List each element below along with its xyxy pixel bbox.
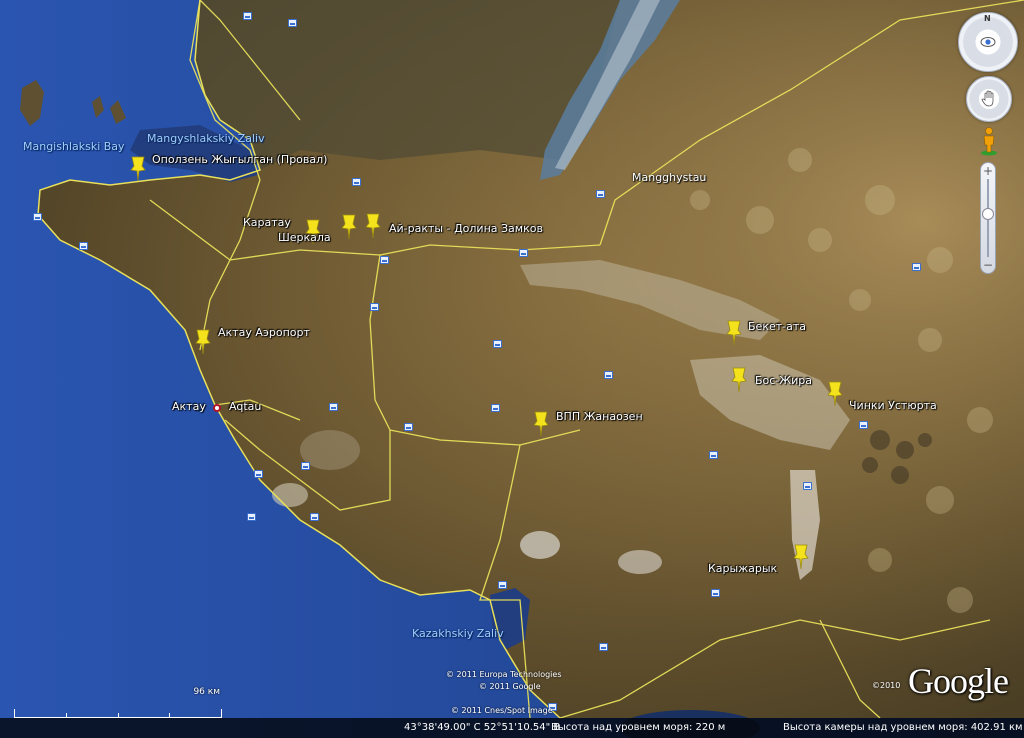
region-label: Mangghystau [632, 171, 707, 184]
pegman-icon[interactable] [979, 126, 999, 156]
road-shield-icon [498, 581, 507, 589]
road-shield-icon [329, 403, 338, 411]
city-label[interactable]: Aqtau [229, 400, 261, 413]
zoom-slider-handle[interactable] [982, 208, 994, 220]
place-label[interactable]: Каратау [243, 216, 291, 229]
pushpin-icon[interactable] [825, 379, 845, 407]
zoom-out-button[interactable]: − [981, 258, 995, 272]
road-shield-icon [352, 178, 361, 186]
road-shield-icon [33, 213, 42, 221]
road-shield-icon [301, 462, 310, 470]
elevation-readout: Высота над уровнем моря: 220 м [551, 722, 726, 733]
pushpin-icon[interactable] [363, 211, 383, 239]
zoom-in-button[interactable]: + [981, 164, 995, 178]
place-label[interactable]: Карыжарык [708, 562, 777, 575]
water-label: Mangishlakski Bay [23, 140, 125, 153]
pushpin-icon[interactable] [729, 365, 749, 393]
zoom-slider[interactable]: + − [980, 162, 996, 274]
scale-bar: 96 км [14, 687, 222, 718]
pushpin-icon[interactable] [193, 327, 213, 355]
road-shield-icon [596, 190, 605, 198]
place-label[interactable]: ВПП Жанаозен [556, 410, 643, 423]
water-label: Mangyshlakskiy Zaliv [147, 132, 265, 145]
place-label[interactable]: Бекет-ата [748, 320, 806, 333]
road-shield-icon [404, 423, 413, 431]
pushpin-icon[interactable] [339, 212, 359, 240]
road-shield-icon [709, 451, 718, 459]
road-shield-icon [604, 371, 613, 379]
place-label[interactable]: Актау Аэропорт [218, 326, 310, 339]
road-shield-icon [711, 589, 720, 597]
place-label[interactable]: Ай-ракты - Долина Замков [389, 222, 543, 235]
google-logo: Google [908, 661, 1009, 701]
place-label[interactable]: Бос-Жира [755, 374, 812, 387]
road-shield-icon [79, 242, 88, 250]
road-shield-icon [859, 421, 868, 429]
place-label[interactable]: Актау [172, 400, 206, 413]
credit-text: © 2011 Cnes/Spot Image [451, 706, 553, 715]
eye-icon [980, 37, 996, 47]
status-bar: 43°38'49.00" С 52°51'10.54" В Высота над… [0, 718, 1024, 738]
road-shield-icon [493, 340, 502, 348]
credit-text: © 2011 Google [479, 682, 541, 691]
road-shield-icon [310, 513, 319, 521]
pushpin-icon[interactable] [128, 154, 148, 182]
road-shield-icon [519, 249, 528, 257]
city-marker[interactable] [213, 404, 221, 412]
road-shield-icon [912, 263, 921, 271]
road-shield-icon [380, 256, 389, 264]
road-shield-icon [243, 12, 252, 20]
look-control[interactable]: N [958, 12, 1018, 72]
road-shield-icon [288, 19, 297, 27]
north-indicator[interactable]: N [984, 14, 991, 23]
road-shield-icon [254, 470, 263, 478]
place-label[interactable]: Оползень Жыгылган (Провал) [152, 153, 327, 166]
water-label: Kazakhskiy Zaliv [412, 627, 504, 640]
place-label[interactable]: Шеркала [278, 231, 331, 244]
pushpin-icon[interactable] [531, 409, 551, 437]
place-label[interactable]: Чинки Устюрта [849, 399, 937, 412]
hand-icon [981, 90, 994, 107]
coordinates-readout: 43°38'49.00" С 52°51'10.54" В [404, 722, 561, 733]
credit-year: ©2010 [872, 681, 901, 690]
road-shield-icon [370, 303, 379, 311]
map-imagery [0, 0, 1024, 738]
pushpin-icon[interactable] [791, 542, 811, 570]
scale-label: 96 км [193, 687, 220, 697]
road-shield-icon [803, 482, 812, 490]
map-view[interactable]: Mangishlakski Bay Mangyshlakskiy Zaliv K… [0, 0, 1024, 738]
pushpin-icon[interactable] [724, 318, 744, 346]
road-shield-icon [247, 513, 256, 521]
road-shield-icon [491, 404, 500, 412]
credit-text: © 2011 Europa Technologies [446, 670, 562, 679]
move-control[interactable] [966, 76, 1012, 122]
road-shield-icon [599, 643, 608, 651]
eye-altitude-readout: Высота камеры над уровнем моря: 402.91 к… [783, 722, 1023, 733]
